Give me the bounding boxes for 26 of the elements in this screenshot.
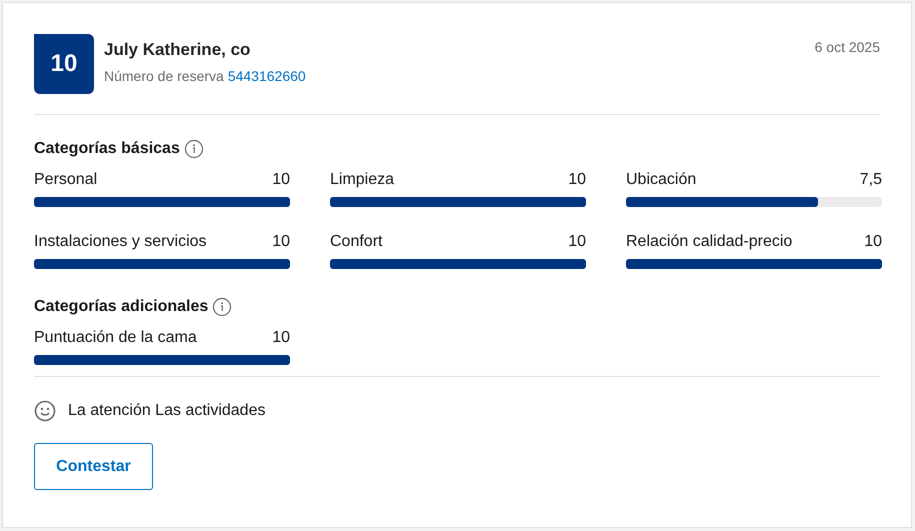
score-badge: 10 xyxy=(34,34,94,94)
category-score: 10 xyxy=(864,232,882,252)
category-score: 10 xyxy=(568,232,586,252)
guest-name: July Katherine, co xyxy=(104,39,252,61)
category-name: Relación calidad-precio xyxy=(626,232,792,252)
section-heading: Categorías adicionales xyxy=(34,297,208,317)
category-name: Confort xyxy=(330,232,382,252)
category-name: Puntuación de la cama xyxy=(34,328,197,348)
category-name: Personal xyxy=(34,170,98,190)
booking-label: Número de reserva xyxy=(104,67,224,85)
info-icon[interactable] xyxy=(184,139,204,159)
smiley-icon xyxy=(34,400,56,422)
category-name: Instalaciones y servicios xyxy=(34,232,207,252)
section-heading: Categorías básicas xyxy=(34,139,180,159)
review-date: 6 oct 2025 xyxy=(814,38,880,57)
reply-button[interactable]: Contestar xyxy=(34,443,153,490)
category-name: Ubicación xyxy=(626,170,696,190)
category-score: 10 xyxy=(272,328,290,348)
category-score: 10 xyxy=(272,170,290,190)
category-score: 10 xyxy=(272,232,290,252)
review-comment: La atención Las actividades xyxy=(68,401,266,421)
category-score: 10 xyxy=(568,170,586,190)
category-score: 7,5 xyxy=(860,170,882,190)
booking-number-link[interactable]: 5443162660 xyxy=(228,67,306,85)
category-name: Limpieza xyxy=(330,170,394,190)
info-icon[interactable] xyxy=(212,297,232,317)
